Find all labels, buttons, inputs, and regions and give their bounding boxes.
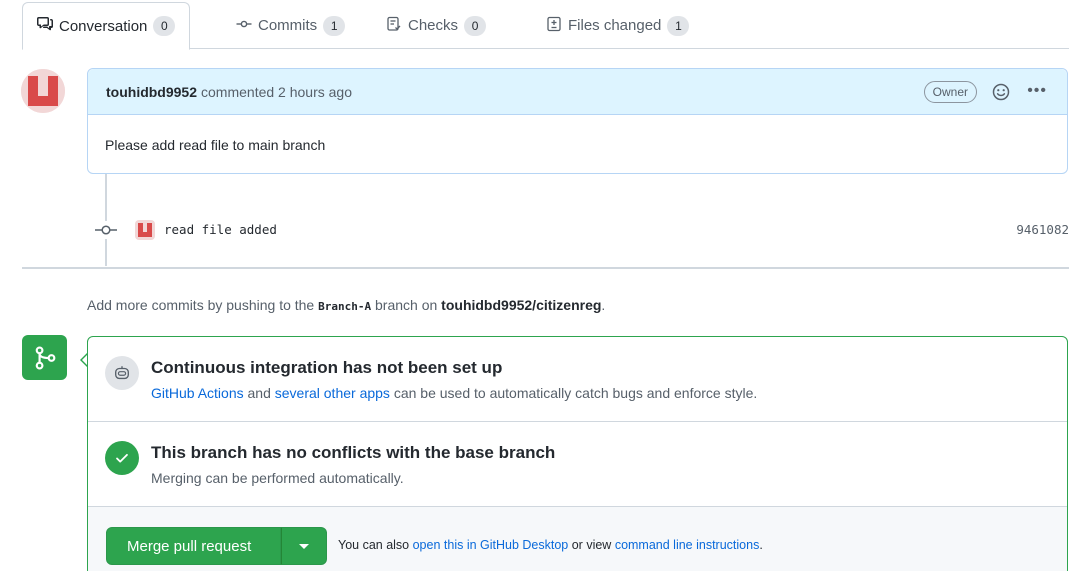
- checklist-icon: [386, 16, 402, 36]
- tab-counter: 0: [464, 15, 487, 36]
- tab-checks[interactable]: Checks 0: [372, 2, 500, 49]
- git-commit-icon: [236, 16, 252, 36]
- push-hint-suffix: .: [601, 297, 606, 313]
- tab-commits[interactable]: Commits 1: [222, 2, 359, 49]
- conflicts-title: This branch has no conflicts with the ba…: [151, 443, 556, 462]
- github-desktop-link[interactable]: open this in GitHub Desktop: [413, 538, 569, 552]
- pr-tabs: Conversation 0 Commits 1 Checks 0 Files …: [22, 2, 1069, 50]
- merge-pull-request-button[interactable]: Merge pull request: [106, 527, 281, 565]
- git-merge-icon: [22, 335, 67, 380]
- file-diff-icon: [546, 16, 562, 36]
- smiley-icon[interactable]: [991, 82, 1011, 102]
- comment-header: touhidbd9952 commented 2 hours ago Owner…: [88, 69, 1067, 115]
- merge-options-dropdown[interactable]: [281, 527, 327, 565]
- commit-row: read file added 9461082: [95, 219, 1069, 241]
- comment-action: commented 2 hours ago: [201, 83, 352, 100]
- comment-body: Please add read file to main branch: [105, 137, 326, 153]
- owner-badge: Owner: [923, 81, 977, 103]
- push-hint-middle: branch on: [375, 297, 438, 313]
- merge-section: Merge pull request You can also open thi…: [88, 507, 1067, 571]
- tab-label: Conversation: [59, 17, 148, 35]
- command-line-link[interactable]: command line instructions: [615, 538, 760, 552]
- robot-icon: [105, 356, 139, 390]
- tab-label: Commits: [258, 17, 318, 34]
- timeline-divider: [22, 267, 1069, 269]
- merge-button-group: Merge pull request: [106, 527, 327, 565]
- tab-label: Checks: [408, 17, 459, 34]
- git-commit-icon: [95, 221, 117, 239]
- or-view: or view: [571, 538, 612, 552]
- conflicts-section: This branch has no conflicts with the ba…: [88, 422, 1067, 507]
- commit-message[interactable]: read file added: [164, 222, 277, 237]
- tab-counter: 1: [323, 15, 346, 36]
- branch-name: Branch-A: [318, 300, 372, 313]
- push-hint: Add more commits by pushing to the Branc…: [87, 297, 605, 313]
- tab-files-changed[interactable]: Files changed 1: [532, 2, 703, 49]
- tab-counter: 1: [667, 15, 690, 36]
- ci-rest: can be used to automatically catch bugs …: [393, 385, 758, 401]
- comment-discussion-icon: [37, 16, 53, 36]
- kebab-icon[interactable]: •••: [1027, 82, 1047, 100]
- also-prefix: You can also: [338, 538, 410, 552]
- ci-section: Continuous integration has not been set …: [88, 337, 1067, 422]
- commit-sha[interactable]: 9461082: [1016, 222, 1069, 237]
- push-hint-prefix: Add more commits by pushing to the: [87, 297, 315, 313]
- comment-author[interactable]: touhidbd9952: [106, 84, 197, 100]
- ci-title: Continuous integration has not been set …: [151, 358, 503, 377]
- avatar[interactable]: [21, 69, 65, 113]
- also-suffix: .: [759, 538, 763, 552]
- comment-box: touhidbd9952 commented 2 hours ago Owner…: [87, 68, 1068, 174]
- other-apps-link[interactable]: several other apps: [275, 385, 390, 401]
- merge-alternatives: You can also open this in GitHub Desktop…: [338, 538, 763, 552]
- tab-conversation[interactable]: Conversation 0: [22, 2, 191, 50]
- github-actions-link[interactable]: GitHub Actions: [151, 385, 244, 401]
- tab-counter: 0: [153, 16, 176, 36]
- repo-name: touhidbd9952/citizenreg: [441, 297, 602, 313]
- merge-box: Continuous integration has not been set …: [87, 336, 1068, 571]
- tab-label: Files changed: [568, 17, 662, 34]
- check-icon: [105, 441, 139, 475]
- ci-and: and: [247, 385, 271, 401]
- conflicts-subtitle: Merging can be performed automatically.: [151, 470, 404, 486]
- ci-subtitle: GitHub Actions and several other apps ca…: [151, 385, 757, 401]
- avatar[interactable]: [135, 220, 155, 240]
